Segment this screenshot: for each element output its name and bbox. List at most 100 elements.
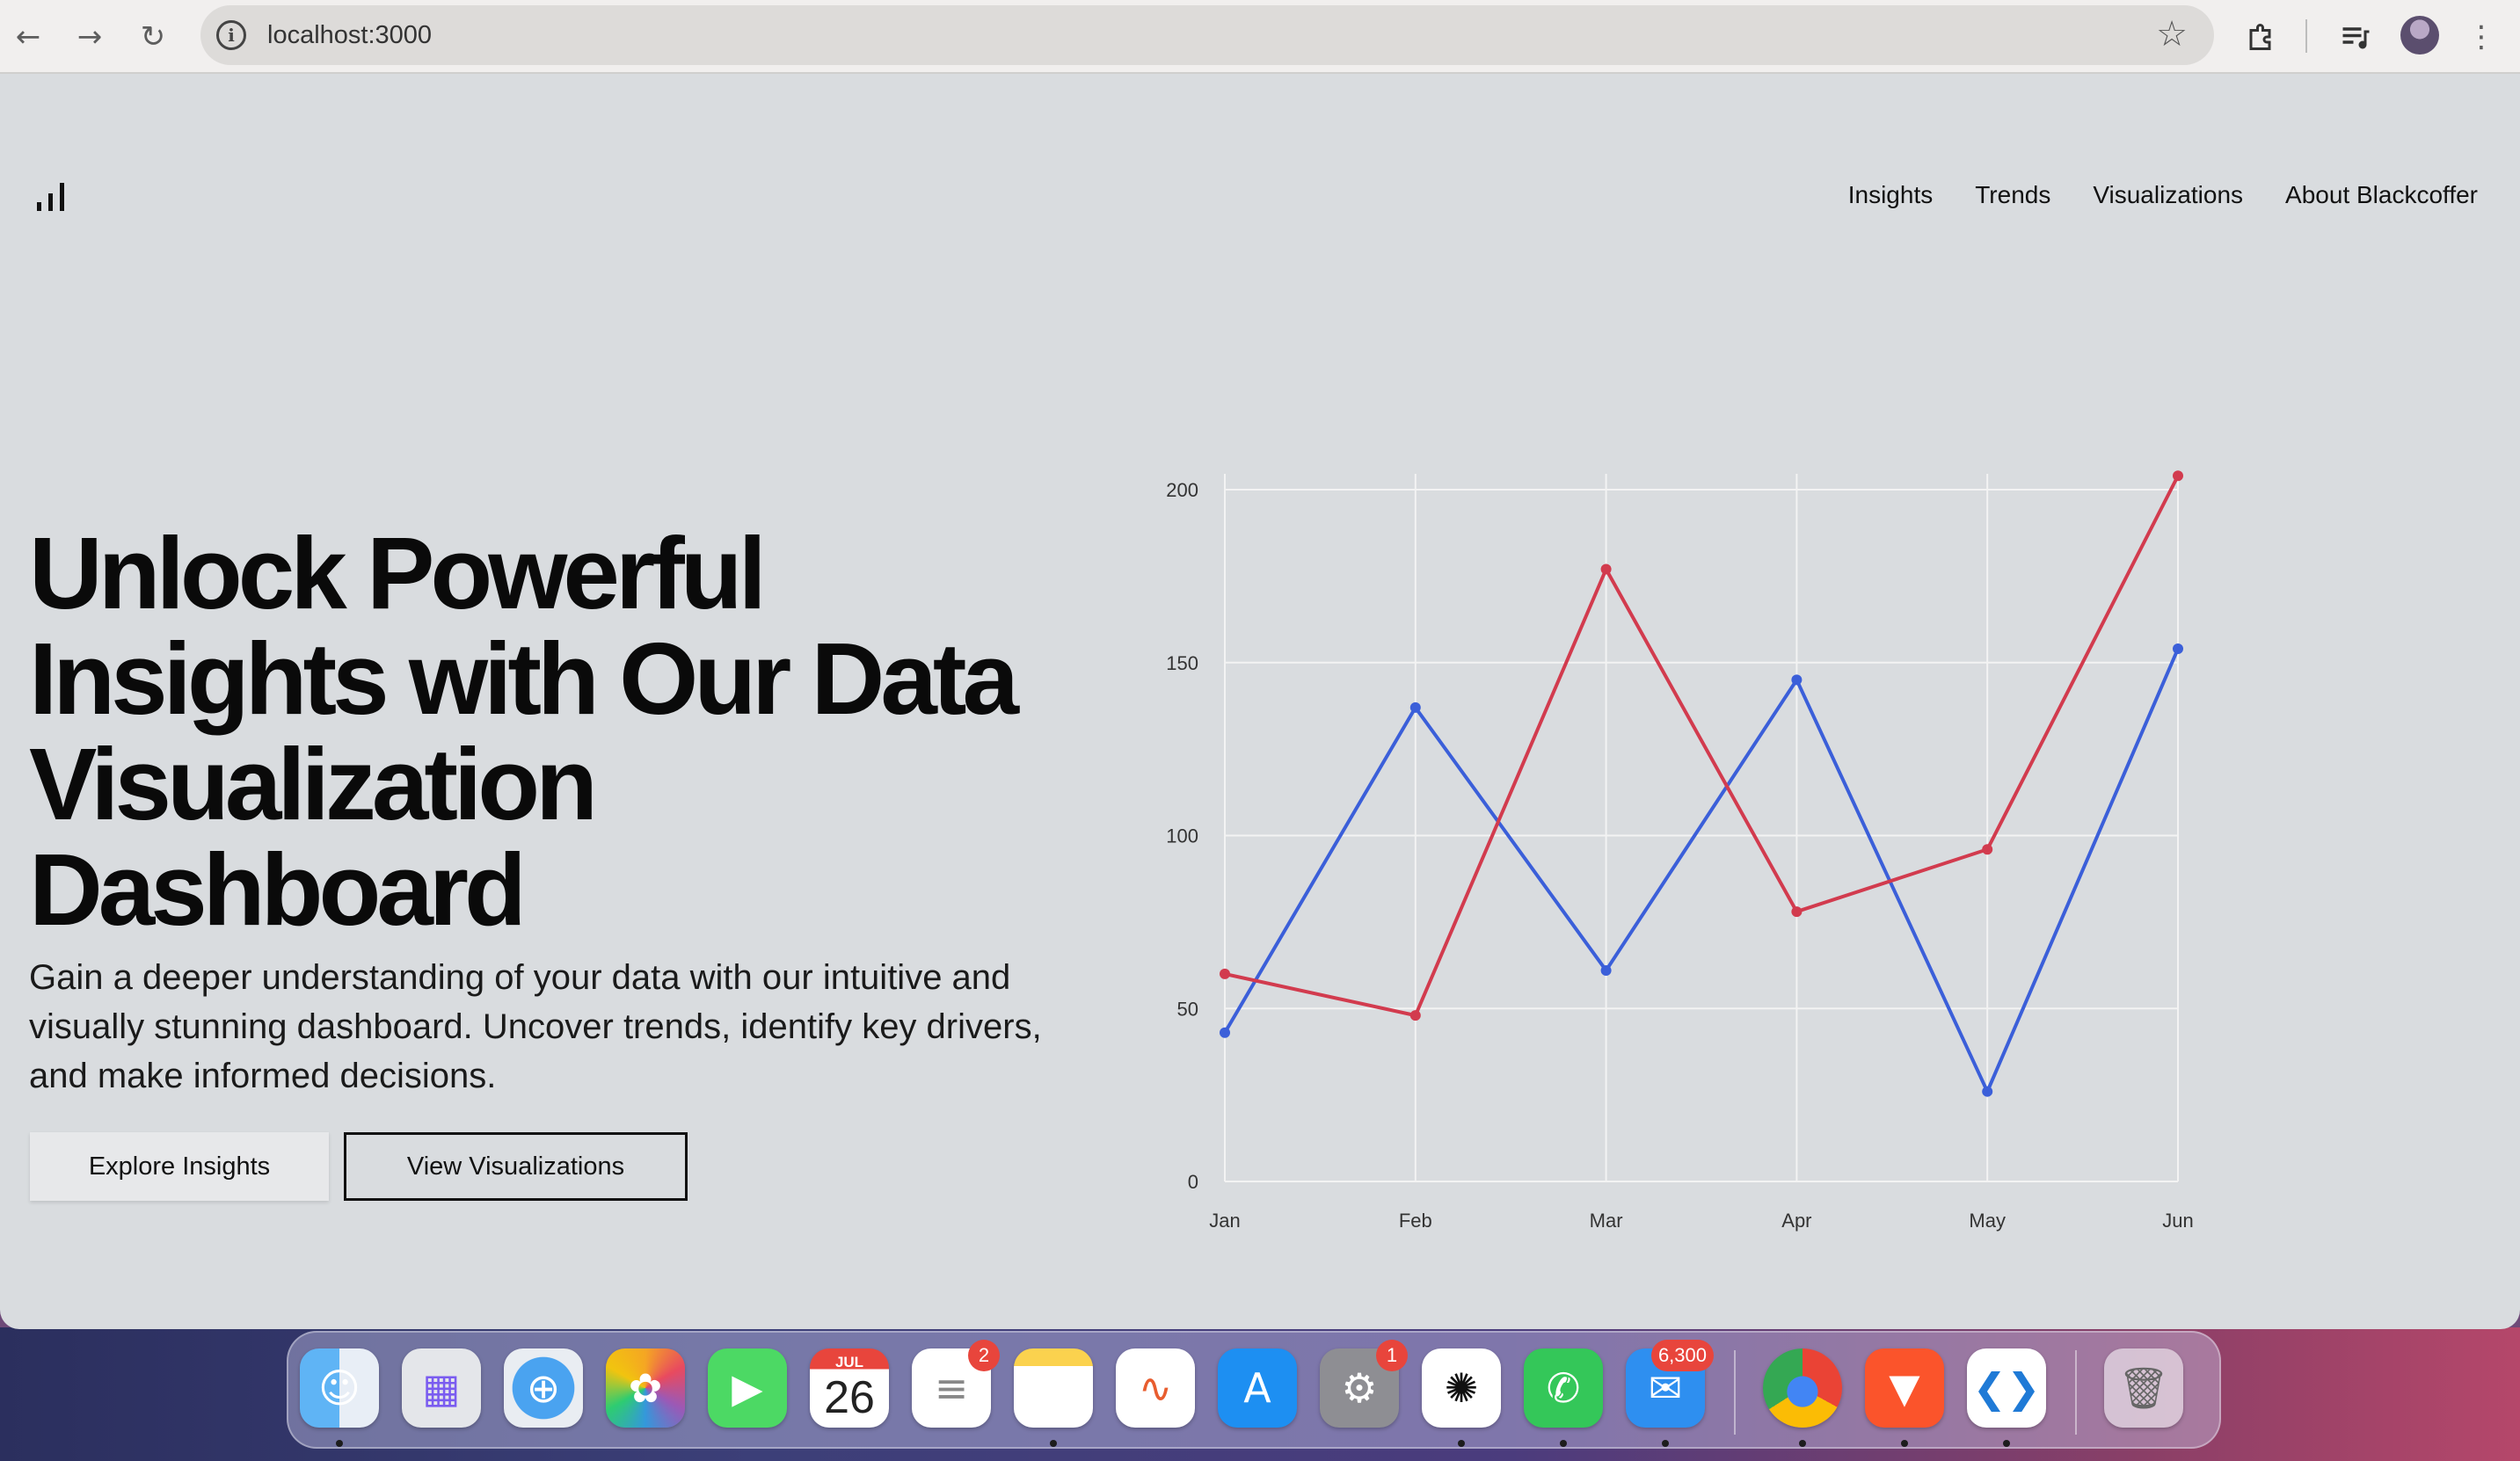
launchpad-glyph: ▦ <box>422 1364 461 1412</box>
gear-icon[interactable]: ⚙ 1 <box>1320 1340 1408 1428</box>
finder-glyph: ☺ <box>318 1364 361 1412</box>
site-info-icon[interactable]: i <box>216 20 246 50</box>
system-settings-glyph: ⚙ <box>1341 1364 1378 1412</box>
x-tick-label: Apr <box>1781 1210 1811 1232</box>
y-tick-label: 200 <box>1166 479 1198 501</box>
back-arrow-icon[interactable]: ← <box>9 18 47 56</box>
notification-badge: 1 <box>1376 1340 1408 1371</box>
running-indicator <box>1901 1440 1908 1447</box>
running-indicator <box>1050 1440 1057 1447</box>
data-point <box>1982 844 1993 855</box>
safari-compass-icon[interactable]: ⊕ <box>504 1348 583 1428</box>
puzzle-icon[interactable] <box>2242 18 2281 56</box>
y-tick-label: 50 <box>1177 998 1198 1020</box>
url-text[interactable]: localhost:3000 <box>267 21 432 50</box>
app-store-glyph: A <box>1243 1364 1271 1412</box>
kebab-menu-icon[interactable]: ⋮ <box>2462 18 2501 56</box>
trash-glyph: 🗑 <box>2117 1363 2170 1412</box>
running-indicator <box>336 1440 343 1447</box>
vscode-glyph: ❮❯ <box>1972 1364 2041 1412</box>
freeform-glyph: ∿ <box>1138 1364 1173 1412</box>
data-point <box>1600 563 1612 575</box>
nav-insights[interactable]: Insights <box>1848 181 1934 209</box>
brave-glyph: ▼ <box>1889 1364 1920 1412</box>
reminders-icon[interactable]: ≡ 2 <box>912 1340 1000 1428</box>
star-icon[interactable]: ☆ <box>2156 14 2188 55</box>
facetime-glyph: ▶ <box>732 1364 763 1412</box>
browser-toolbar: ← → ↻ i localhost:3000 ☆ ⋮ <box>0 0 2520 74</box>
photos-glyph: ✿ <box>628 1364 663 1412</box>
top-navigation: Insights Trends Visualizations About Bla… <box>1848 181 2478 209</box>
data-point <box>1791 674 1803 686</box>
data-point <box>1409 701 1421 713</box>
vscode-icon[interactable]: ❮❯ <box>1967 1348 2046 1428</box>
line-chart: 0 50 100 150 200 Jan Feb Mar Apr May Jun <box>1143 461 2233 1252</box>
data-point <box>1982 1086 1993 1097</box>
toolbar-divider <box>2305 19 2307 53</box>
data-point <box>2173 643 2183 655</box>
x-tick-label: Mar <box>1590 1210 1623 1232</box>
brave-lion-icon[interactable]: ▼ <box>1865 1348 1944 1428</box>
data-point <box>1600 964 1612 976</box>
x-tick-label: Jan <box>1209 1210 1240 1232</box>
y-tick-label: 100 <box>1166 825 1198 847</box>
running-indicator <box>1662 1440 1669 1447</box>
running-indicator <box>1799 1440 1806 1447</box>
y-tick-label: 150 <box>1166 652 1198 674</box>
data-point <box>1409 1010 1421 1021</box>
chrome-icon[interactable]: ● <box>1763 1348 1842 1428</box>
calendar-day: 26 <box>824 1372 875 1423</box>
running-indicator <box>1458 1440 1465 1447</box>
whatsapp-icon[interactable]: ✆ <box>1524 1348 1603 1428</box>
calendar-month: JUL <box>834 1354 864 1370</box>
app-store-icon[interactable]: A <box>1218 1348 1297 1428</box>
series-line-2 <box>1224 475 2180 1018</box>
hero-title: Unlock Powerful Insights with Our Data V… <box>29 516 1019 947</box>
data-point <box>2173 470 2183 482</box>
notification-badge: 2 <box>968 1340 1000 1371</box>
view-visualizations-button[interactable]: View Visualizations <box>344 1132 688 1201</box>
photos-flower-icon[interactable]: ✿ <box>606 1348 685 1428</box>
chatgpt-glyph: ✺ <box>1444 1364 1479 1412</box>
facetime-camera-icon[interactable]: ▶ <box>708 1348 787 1428</box>
notification-badge: 6,300 <box>1650 1340 1714 1371</box>
x-tick-label: May <box>1969 1210 2006 1232</box>
chatgpt-icon[interactable]: ✺ <box>1422 1348 1501 1428</box>
mail-envelope-icon[interactable]: ✉ 6,300 <box>1626 1340 1714 1428</box>
profile-avatar[interactable] <box>2400 16 2439 55</box>
freeform-icon[interactable]: ∿ <box>1116 1348 1195 1428</box>
forward-arrow-icon[interactable]: → <box>70 18 109 56</box>
landing-page: Insights Trends Visualizations About Bla… <box>0 74 2520 1327</box>
line-chart-svg: 0 50 100 150 200 Jan Feb Mar Apr May Jun <box>1166 470 2194 1232</box>
x-tick-label: Feb <box>1399 1210 1432 1232</box>
reminders-glyph: ≡ <box>934 1364 969 1412</box>
y-tick-label: 0 <box>1188 1171 1198 1193</box>
mail-glyph: ✉ <box>1648 1364 1683 1412</box>
calendar-icon[interactable]: JUL 26 <box>810 1348 889 1428</box>
running-indicator <box>2003 1440 2010 1447</box>
data-point <box>1791 906 1803 918</box>
finder-icon[interactable]: ☺ <box>300 1348 379 1428</box>
notes-icon[interactable] <box>1014 1348 1093 1428</box>
browser-window: ← → ↻ i localhost:3000 ☆ ⋮ Insights Tren… <box>0 0 2520 1329</box>
trash-icon[interactable]: 🗑 <box>2104 1348 2183 1428</box>
nav-visualizations[interactable]: Visualizations <box>2093 181 2243 209</box>
reload-icon[interactable]: ↻ <box>134 18 172 56</box>
macos-dock: ☺ ▦ ⊕ ✿ ▶ JUL 26 ≡ 2 ∿ A ⚙ 1 ✺ ✆ ✉ 6,300 ● ▼ ❮❯ 🗑 <box>287 1331 2221 1449</box>
bar-chart-logo-icon[interactable] <box>37 183 67 211</box>
media-control-icon[interactable] <box>2335 18 2374 56</box>
nav-trends[interactable]: Trends <box>1975 181 2050 209</box>
series-line-1 <box>1223 648 2180 1094</box>
launchpad-icon[interactable]: ▦ <box>402 1348 481 1428</box>
address-bar[interactable]: i localhost:3000 ☆ <box>200 5 2214 65</box>
data-point <box>1220 1027 1230 1038</box>
explore-insights-button[interactable]: Explore Insights <box>30 1132 329 1201</box>
running-indicator <box>1560 1440 1567 1447</box>
hero-subtitle: Gain a deeper understanding of your data… <box>29 958 1042 1095</box>
dock-separator <box>1734 1350 1736 1435</box>
x-tick-label: Jun <box>2162 1210 2193 1232</box>
dock-separator <box>2075 1350 2077 1435</box>
chrome-glyph: ● <box>1784 1364 1821 1412</box>
nav-about[interactable]: About Blackcoffer <box>2285 181 2478 209</box>
data-point <box>1220 968 1230 979</box>
